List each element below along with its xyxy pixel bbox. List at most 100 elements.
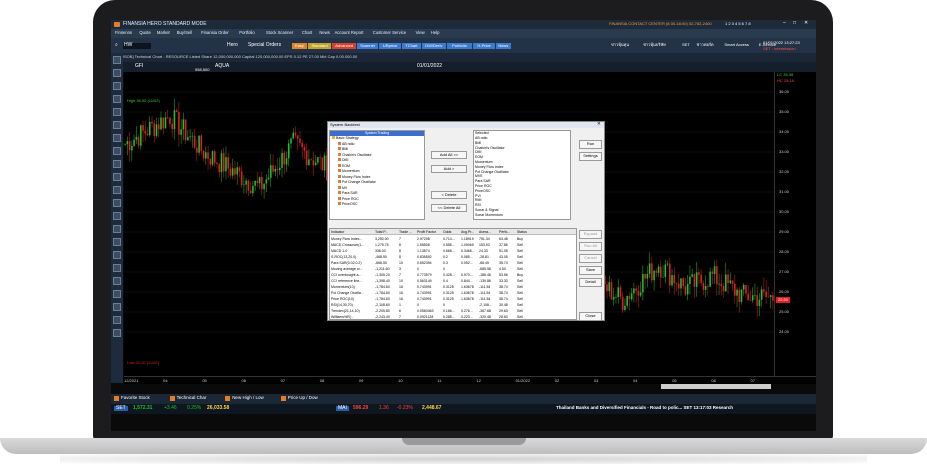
layout-button-2[interactable]: Advanced — [332, 43, 356, 49]
grid-column-header[interactable]: Avg.Pr... — [461, 230, 479, 234]
save-button[interactable]: Save — [579, 266, 602, 275]
drawing-tool-icon[interactable] — [113, 238, 121, 246]
menu-item-2[interactable]: Market — [157, 30, 170, 35]
menu-item-12[interactable]: Help — [431, 30, 440, 35]
menu-item-10[interactable]: Customer Service — [373, 30, 406, 35]
menu-item-3[interactable]: Buy/Sell — [177, 30, 192, 35]
toolbar-link-4[interactable]: Smart Access — [724, 43, 748, 47]
drawing-tool-icon[interactable] — [113, 199, 121, 207]
minimize-icon[interactable]: – — [783, 21, 786, 26]
drawing-tool-icon[interactable] — [113, 290, 121, 298]
available-item[interactable]: PriceOSC — [330, 202, 424, 208]
menu-item-9[interactable]: Account Report — [335, 30, 364, 35]
grid-column-header[interactable]: Perfo... — [499, 230, 517, 234]
toolbar-link-3[interactable]: ข่าวพอร์ต — [697, 43, 714, 47]
drawing-tool-icon[interactable] — [113, 303, 121, 311]
candle-body — [722, 286, 725, 292]
grid-column-header[interactable]: Profit Factor — [417, 230, 443, 234]
mode-select[interactable]: Hero — [227, 43, 247, 48]
layout-button-8[interactable]: H-Price — [473, 43, 495, 49]
selected-item[interactable]: Sonar Momentum — [474, 213, 570, 218]
add-all-button[interactable]: Add All >> — [431, 151, 467, 159]
drawing-tool-icon[interactable] — [113, 82, 121, 90]
menu-item-1[interactable]: Quote — [139, 30, 150, 35]
search-icon[interactable]: ⌕ — [115, 43, 118, 48]
delete-button[interactable]: < Delete — [431, 191, 467, 199]
menu-item-0[interactable]: Finsenns — [115, 30, 132, 35]
drawing-tool-icon[interactable] — [113, 316, 121, 324]
drawing-tool-icon[interactable] — [113, 173, 121, 181]
selected-list[interactable]: Selected AB ratio BMI Chaikin's Oscillator… — [473, 130, 571, 220]
layout-button-9[interactable]: News — [495, 43, 511, 49]
close-icon[interactable]: ✕ — [804, 21, 808, 26]
drawing-tool-icon[interactable] — [113, 264, 121, 272]
window-tab-3[interactable]: Price Up / Dow — [280, 395, 329, 403]
window-tab-1[interactable]: Technical Char — [169, 395, 218, 403]
layout-button-4[interactable]: URprice — [379, 43, 401, 49]
page-switcher[interactable]: 1 2 3 4 5 6 7 8 — [725, 22, 751, 26]
drawing-tool-icon[interactable] — [113, 277, 121, 285]
drawing-tool-icon[interactable] — [113, 121, 121, 129]
maximize-icon[interactable]: □ — [793, 21, 796, 26]
drawing-tool-icon[interactable] — [113, 69, 121, 77]
drawing-tool-icon[interactable] — [113, 329, 121, 337]
layout-button-1[interactable]: Standard — [307, 43, 332, 49]
drawing-tool-icon[interactable] — [113, 95, 121, 103]
settings-button[interactable]: Settings — [579, 152, 602, 161]
compare-symbol-input[interactable]: AQUA — [215, 64, 229, 69]
layout-button-0[interactable]: Easy — [292, 43, 307, 49]
layout-button-5[interactable]: TChart — [401, 43, 421, 49]
drawing-tool-icon[interactable] — [113, 212, 121, 220]
ticker-news[interactable]: Thailand Banks and Diversified Financial… — [556, 405, 733, 411]
price-axis[interactable]: 36.00 35.00 34.00 33.00 32.00 31.00 30.00 29.00… — [774, 72, 816, 382]
menu-item-6[interactable]: Stock Scanner — [266, 30, 293, 35]
dialog-close-icon[interactable]: ✕ — [597, 121, 601, 127]
detail-button[interactable]: Detail — [579, 278, 602, 287]
drawing-tool-icon[interactable] — [113, 108, 121, 116]
chart-date[interactable]: 01/01/2022 — [417, 64, 442, 69]
results-grid[interactable]: Indicator Total P... Trade ... Profit Facto… — [329, 228, 577, 320]
cancel-button[interactable]: Cancel — [579, 254, 602, 263]
grid-column-header[interactable]: Indicator — [331, 230, 375, 234]
chart-symbol-input[interactable]: GFI — [135, 64, 153, 69]
layout-button-6[interactable]: DW/Deriv — [422, 43, 446, 49]
chart-scrollbar[interactable] — [661, 384, 771, 389]
toolbar-link-1[interactable]: ข่าวหุ้นบริษัท — [643, 43, 666, 47]
drawing-tool-icon[interactable] — [113, 160, 121, 168]
grid-column-header[interactable]: Status — [517, 230, 543, 234]
close-button[interactable]: Close — [579, 312, 602, 321]
run-all-button[interactable]: Run All — [579, 242, 602, 251]
grid-column-header[interactable]: Total P... — [375, 230, 399, 234]
drawing-tool-icon[interactable] — [113, 147, 121, 155]
layout-button-7[interactable]: Portfolio — [446, 43, 473, 49]
toolbar-link-2[interactable]: SET — [682, 43, 690, 47]
run-button[interactable]: Run — [579, 140, 602, 149]
grid-column-header[interactable]: Trade ... — [399, 230, 417, 234]
add-button[interactable]: Add > — [431, 165, 467, 173]
candle-body — [173, 110, 176, 130]
menu-item-8[interactable]: News — [319, 30, 329, 35]
delete-all-button[interactable]: << Delete All — [431, 204, 467, 212]
drawing-tool-icon[interactable] — [113, 56, 121, 64]
menu-item-5[interactable]: Portfolio — [239, 30, 254, 35]
time-axis[interactable]: 12/2021 04 05 06 07 08 09 10 11 12 01/2022 02 03 04 05… — [124, 376, 816, 384]
menu-item-4[interactable]: Finansia Order — [201, 30, 229, 35]
drawing-tool-icon[interactable] — [113, 225, 121, 233]
drawing-tool-icon[interactable] — [113, 251, 121, 259]
grid-column-header[interactable]: Avera... — [479, 230, 499, 234]
window-tab-0[interactable]: Favorite Stock — [114, 395, 162, 403]
window-tab-2[interactable]: New High / Low — [225, 395, 273, 403]
symbol-input[interactable]: HW — [123, 43, 151, 49]
toolbar-link-0[interactable]: ข่าวหุ้นทุน — [611, 43, 629, 47]
available-list[interactable]: System Trading Basic Strategy AB ratio BMI… — [329, 130, 425, 220]
drawing-tool-icon[interactable] — [113, 134, 121, 142]
drawing-tool-icon[interactable] — [113, 186, 121, 194]
menu-item-11[interactable]: View — [416, 30, 425, 35]
grid-row[interactable]: Williams%R(... -2,243.40 7 0.0921128 0.285..… — [330, 314, 576, 320]
special-orders-select[interactable]: Special Orders — [248, 43, 281, 48]
layout-button-3[interactable]: Scanner — [357, 43, 379, 49]
menu-item-7[interactable]: Chart — [302, 30, 312, 35]
grid-column-header[interactable]: Odds — [443, 230, 461, 234]
expand-button[interactable]: Expand — [579, 230, 602, 239]
contact-center[interactable]: FINANSIA CONTACT CENTER (8:30-18:00) 02-… — [609, 22, 712, 26]
